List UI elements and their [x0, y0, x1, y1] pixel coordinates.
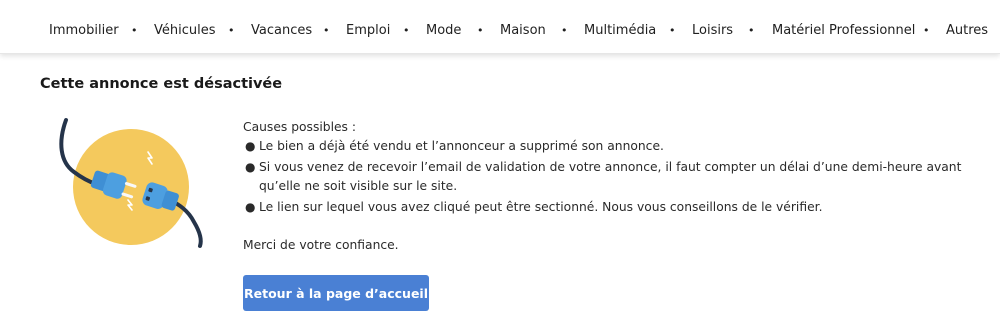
- nav-separator: •: [228, 24, 235, 37]
- unplugged-cable-icon: [52, 112, 212, 252]
- causes-list: ● Le bien a déjà été vendu et l’annonceur…: [243, 137, 988, 217]
- nav-separator: •: [323, 24, 330, 37]
- bullet-icon: ●: [245, 139, 256, 153]
- nav-item-multimedia[interactable]: Multimédia: [584, 22, 656, 40]
- nav-separator: •: [923, 24, 930, 37]
- cause-text: Si vous venez de recevoir l’email de val…: [259, 160, 962, 193]
- nav-item-emploi[interactable]: Emploi: [346, 22, 390, 40]
- nav-item-vacances[interactable]: Vacances: [251, 22, 312, 40]
- nav-separator: •: [403, 24, 410, 37]
- list-item: ● Si vous venez de recevoir l’email de va…: [243, 158, 988, 196]
- nav-item-materiel-professionnel[interactable]: Matériel Professionnel: [772, 22, 915, 40]
- bullet-icon: ●: [245, 160, 256, 174]
- nav-separator: •: [131, 24, 138, 37]
- nav-item-loisirs[interactable]: Loisirs: [692, 22, 733, 40]
- nav-separator: •: [561, 24, 568, 37]
- cause-text: Le lien sur lequel vous avez cliqué peut…: [259, 200, 823, 214]
- thanks-text: Merci de votre confiance.: [243, 238, 399, 252]
- nav-separator: •: [748, 24, 755, 37]
- home-button[interactable]: Retour à la page d’accueil: [243, 275, 429, 311]
- nav-item-vehicules[interactable]: Véhicules: [154, 22, 216, 40]
- top-navigation: Immobilier • Véhicules • Vacances • Empl…: [0, 0, 1000, 54]
- nav-item-maison[interactable]: Maison: [500, 22, 546, 40]
- page-title: Cette annonce est désactivée: [40, 76, 283, 92]
- nav-separator: •: [477, 24, 484, 37]
- nav-item-immobilier[interactable]: Immobilier: [49, 22, 119, 40]
- nav-item-autres[interactable]: Autres: [946, 22, 988, 40]
- nav-item-mode[interactable]: Mode: [426, 22, 461, 40]
- cause-text: Le bien a déjà été vendu et l’annonceur …: [259, 139, 664, 153]
- nav-separator: •: [669, 24, 676, 37]
- causes-title: Causes possibles :: [243, 120, 357, 134]
- list-item: ● Le bien a déjà été vendu et l’annonceur…: [243, 137, 988, 156]
- bullet-icon: ●: [245, 200, 256, 214]
- list-item: ● Le lien sur lequel vous avez cliqué peu…: [243, 198, 988, 217]
- deactivation-message: Causes possibles : ● Le bien a déjà été v…: [243, 118, 988, 255]
